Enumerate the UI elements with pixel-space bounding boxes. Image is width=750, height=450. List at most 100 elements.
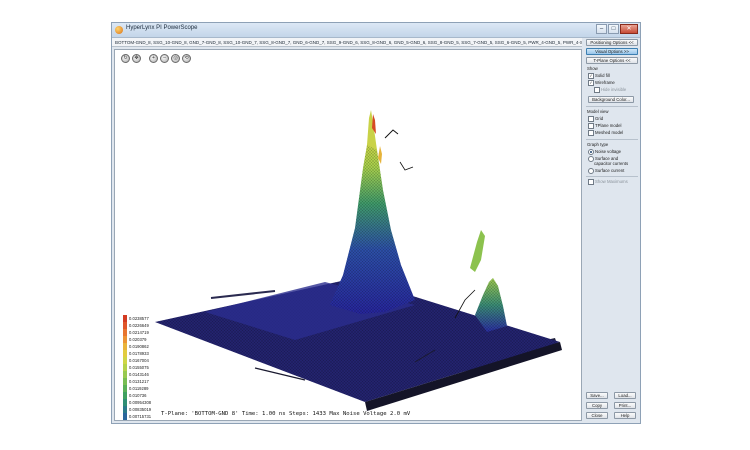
- legend-label: 0.020379: [129, 337, 147, 342]
- zoom-out-icon[interactable]: –: [160, 54, 169, 63]
- grid-label: Grid: [595, 116, 604, 122]
- background-color-button[interactable]: Background Color...: [588, 96, 634, 103]
- hide-invisible-label: Hide invisible: [601, 87, 627, 93]
- wireframe-checkbox[interactable]: ✓ Wireframe: [588, 80, 615, 86]
- legend-label: 0.00835019: [129, 407, 152, 412]
- legend-label: 0.00596442: [129, 420, 151, 421]
- close-window-button[interactable]: ✕: [620, 24, 638, 34]
- reset-icon[interactable]: ⟲: [182, 54, 191, 63]
- zoom-in-icon[interactable]: +: [149, 54, 158, 63]
- legend-label: 0.0143146: [129, 372, 149, 377]
- legend-label: 0.0119289: [129, 386, 149, 391]
- tplane-options-button[interactable]: T-Plane Options <<: [586, 57, 638, 64]
- legend-label: 0.010736: [129, 393, 147, 398]
- show-label: Show: [587, 66, 598, 71]
- legend-swatch: [123, 322, 127, 329]
- options-panel: Positioning Options << Visual Options >>…: [585, 38, 640, 421]
- legend-swatch: [123, 329, 127, 336]
- legend-swatch: [123, 343, 127, 350]
- legend-label: 0.00715731: [129, 414, 152, 419]
- solid-fill-checkbox[interactable]: ✓ Solid fill: [588, 73, 610, 79]
- legend-swatch: [123, 336, 127, 343]
- title-bar: HyperLynx PI PowerScope – □ ✕: [112, 23, 640, 38]
- legend-swatch: [123, 399, 127, 406]
- positioning-options-button[interactable]: Positioning Options <<: [586, 39, 638, 46]
- copy-button[interactable]: Copy: [586, 402, 608, 409]
- legend-entry: 0.0214719: [123, 329, 183, 336]
- legend-entry: 0.0143146: [123, 371, 183, 378]
- close-button[interactable]: Close: [586, 412, 608, 419]
- legend-entry: 0.00954308: [123, 399, 183, 406]
- legend-swatch: [123, 420, 127, 421]
- legend-label: 0.0131217: [129, 379, 149, 384]
- legend-entry: 0.0178933: [123, 350, 183, 357]
- plane-tabs-strip[interactable]: BOTTOM-GND_8, SSG_10-GND_8, GND_7-GND_8,…: [112, 38, 582, 47]
- pan-icon[interactable]: ✥: [132, 54, 141, 63]
- surface-capacitor-label-2: capacitor currents: [594, 161, 629, 166]
- legend-entry: 0.010736: [123, 392, 183, 399]
- tplane-model-label: TPlane model: [595, 123, 622, 129]
- legend-swatch: [123, 406, 127, 413]
- legend-entry: 0.0226649: [123, 322, 183, 329]
- legend-swatch: [123, 371, 127, 378]
- legend-swatch: [123, 315, 127, 322]
- surface-current-radio[interactable]: Surface current: [588, 168, 624, 174]
- divider: [586, 106, 638, 107]
- visual-options-button[interactable]: Visual Options >>: [586, 48, 638, 55]
- legend-swatch: [123, 350, 127, 357]
- legend-swatch: [123, 364, 127, 371]
- noise-voltage-radio[interactable]: Noise voltage: [588, 149, 621, 155]
- legend-label: 0.0226649: [129, 323, 149, 328]
- divider: [586, 139, 638, 140]
- load-button[interactable]: Load...: [614, 392, 636, 399]
- legend-label: 0.0238577: [129, 316, 149, 321]
- legend-entry: 0.0167004: [123, 357, 183, 364]
- legend-swatch: [123, 413, 127, 420]
- legend-label: 0.0155075: [129, 365, 149, 370]
- show-maximums-checkbox[interactable]: Show Maximums: [588, 179, 628, 185]
- show-maximums-label: Show Maximums: [595, 179, 628, 185]
- legend-label: 0.0167004: [129, 358, 149, 363]
- print-button[interactable]: Print...: [614, 402, 636, 409]
- legend-label: 0.00954308: [129, 400, 152, 405]
- save-button[interactable]: Save...: [586, 392, 608, 399]
- minimize-button[interactable]: –: [596, 24, 607, 34]
- noise-voltage-label: Noise voltage: [595, 149, 622, 155]
- rotate-icon[interactable]: ↻: [121, 54, 130, 63]
- legend-entry: 0.0238577: [123, 315, 183, 322]
- maximize-button[interactable]: □: [608, 24, 619, 34]
- wireframe-label: Wireframe: [595, 80, 615, 86]
- 3d-viewport[interactable]: ↻ ✥ + – ◎ ⟲ 0.0238577 0.0226649 0.0214719 0…: [114, 49, 582, 421]
- legend-swatch: [123, 385, 127, 392]
- legend-entry: 0.0119289: [123, 385, 183, 392]
- tplane-model-checkbox[interactable]: TPlane model: [588, 123, 622, 129]
- window-title: HyperLynx PI PowerScope: [126, 25, 198, 31]
- surface-current-label: Surface current: [595, 168, 625, 174]
- meshed-model-checkbox[interactable]: Meshed model: [588, 130, 623, 136]
- hide-invisible-checkbox[interactable]: Hide invisible: [594, 87, 626, 93]
- legend-entry: 0.0131217: [123, 378, 183, 385]
- fit-icon[interactable]: ◎: [171, 54, 180, 63]
- legend-swatch: [123, 392, 127, 399]
- legend-swatch: [123, 357, 127, 364]
- model-view-label: Model view: [587, 109, 609, 114]
- legend-entry: 0.020379: [123, 336, 183, 343]
- view-toolbar: ↻ ✥ + – ◎ ⟲: [121, 54, 191, 63]
- legend-label: 0.0214719: [129, 330, 149, 335]
- help-button[interactable]: Help: [614, 412, 636, 419]
- meshed-model-label: Meshed model: [595, 130, 624, 136]
- divider: [586, 176, 638, 177]
- noise-voltage-surface[interactable]: [115, 50, 581, 420]
- status-line: T-Plane: 'BOTTOM-GND 8' Time: 1.00 ns St…: [161, 411, 411, 417]
- legend-entry: 0.0155075: [123, 364, 183, 371]
- legend-entry: 0.0190862: [123, 343, 183, 350]
- solid-fill-label: Solid fill: [595, 73, 610, 79]
- app-icon: [115, 26, 123, 34]
- legend-entry: 0.00596442: [123, 420, 183, 421]
- graph-type-label: Graph type: [587, 142, 609, 147]
- legend-label: 0.0178933: [129, 351, 149, 356]
- color-legend: 0.0238577 0.0226649 0.0214719 0.020379 0.019…: [123, 315, 183, 421]
- grid-checkbox[interactable]: Grid: [588, 116, 603, 122]
- legend-label: 0.0190862: [129, 344, 149, 349]
- powerscope-window: HyperLynx PI PowerScope – □ ✕ BOTTOM-GND…: [111, 22, 641, 424]
